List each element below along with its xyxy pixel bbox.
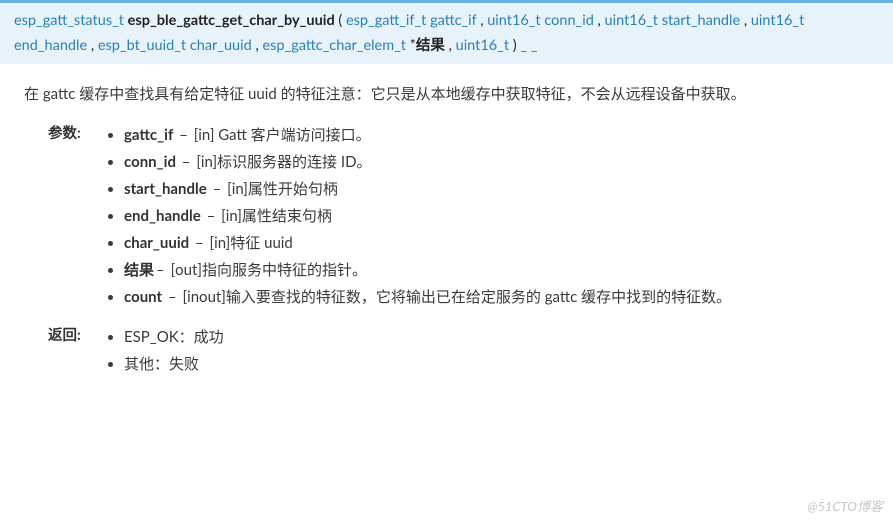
returns-section: 返回: ESP_OK：成功 其他：失败 (48, 322, 869, 379)
list-item: start_handle – [in]属性开始句柄 (124, 177, 869, 201)
function-description: 在 gattc 缓存中查找具有给定特征 uuid 的特征注意：它只是从本地缓存中… (0, 82, 893, 106)
watermark: @51CTO博客 (807, 496, 883, 517)
open-paren: ( (338, 12, 346, 29)
param-name: 结果 (416, 37, 445, 54)
return-type: esp_gatt_status_t (14, 12, 124, 29)
returns-list: ESP_OK：成功 其他：失败 (102, 325, 869, 376)
param-type: uint16_t (751, 12, 804, 29)
params-list: gattc_if – [in] Gatt 客户端访问接口。 conn_id – … (102, 123, 869, 309)
param-type: uint16_t (456, 37, 509, 54)
function-name: esp_ble_gattc_get_char_by_uuid (128, 12, 335, 29)
params-label: 参数: (48, 120, 102, 145)
param-type: esp_gatt_if_t (346, 12, 426, 29)
list-item: char_uuid – [in]特征 uuid (124, 231, 869, 255)
param-name: char_uuid (190, 37, 252, 54)
param-name: gattc_if (430, 12, 476, 29)
list-item: ESP_OK：成功 (124, 325, 869, 349)
param-type: uint16_t (487, 12, 540, 29)
list-item: conn_id – [in]标识服务器的连接 ID。 (124, 150, 869, 174)
param-type: esp_bt_uuid_t (98, 37, 186, 54)
param-name: end_handle (14, 37, 87, 54)
param-type: uint16_t (605, 12, 658, 29)
params-section: 参数: gattc_if – [in] Gatt 客户端访问接口。 conn_i… (48, 120, 869, 312)
list-item: count – [inout]输入要查找的特征数，它将输出已在给定服务的 gat… (124, 285, 869, 309)
param-name: start_handle (662, 12, 740, 29)
list-item: 结果– [out]指向服务中特征的指针。 (124, 258, 869, 282)
trailing: _ _ (520, 37, 537, 54)
function-signature: esp_gatt_status_t esp_ble_gattc_get_char… (0, 0, 893, 64)
list-item: end_handle – [in]属性结束句柄 (124, 204, 869, 228)
list-item: gattc_if – [in] Gatt 客户端访问接口。 (124, 123, 869, 147)
list-item: 其他：失败 (124, 352, 869, 376)
param-name: conn_id (544, 12, 593, 29)
returns-label: 返回: (48, 322, 102, 347)
param-type: esp_gattc_char_elem_t (262, 37, 406, 54)
